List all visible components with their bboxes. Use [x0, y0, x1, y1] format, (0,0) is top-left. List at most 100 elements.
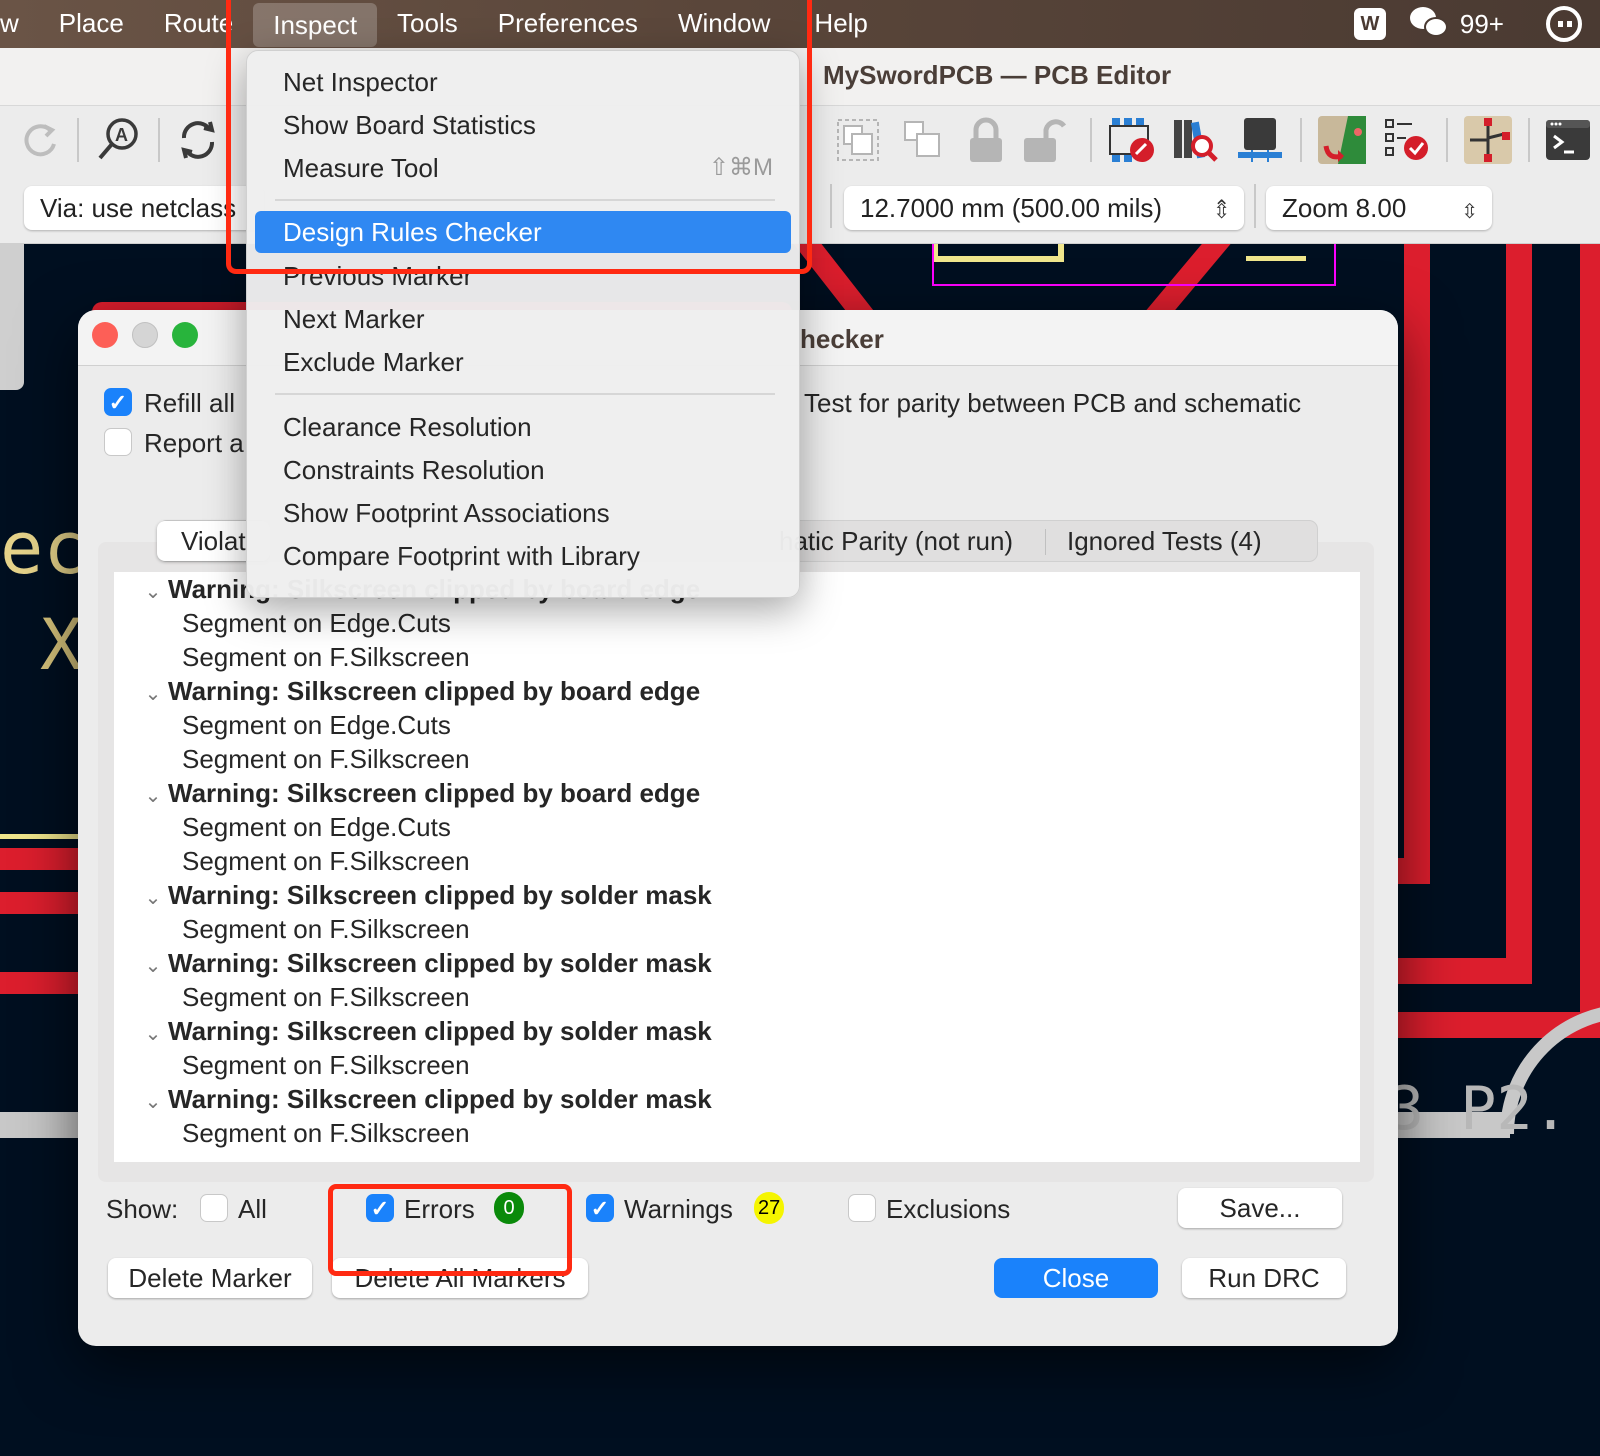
wps-icon[interactable]: W — [1353, 8, 1386, 40]
show-label: Show: — [106, 1194, 179, 1224]
close-button[interactable]: Close — [994, 1258, 1158, 1298]
chevron-down-icon[interactable]: ⌄ — [138, 575, 168, 609]
tab-ignored-tests[interactable]: Ignored Tests (4) — [1067, 521, 1262, 561]
violation-title: Warning: Silkscreen clipped by solder ma… — [168, 880, 712, 910]
side-panel-edge — [0, 244, 24, 390]
violation-item-row[interactable]: Segment on F.Silkscreen — [114, 844, 1360, 878]
unlock-icon[interactable] — [1016, 112, 1072, 168]
show-all-checkbox[interactable] — [200, 1194, 228, 1222]
menu-item-board-statistics[interactable]: Show Board Statistics — [255, 104, 791, 146]
wechat-icon — [1409, 7, 1450, 41]
chevron-down-icon[interactable]: ⌄ — [138, 949, 168, 983]
wechat-status[interactable]: 99+ — [1409, 7, 1504, 41]
window-titlebar: MySwordPCB — PCB Editor — [0, 48, 1600, 106]
minimize-window-icon[interactable] — [132, 322, 158, 348]
violation-title: Warning: Silkscreen clipped by solder ma… — [168, 1084, 712, 1114]
violations-list[interactable]: ⌄Warning: Silkscreen clipped by board ed… — [114, 572, 1360, 1162]
delete-marker-button[interactable]: Delete Marker — [108, 1258, 312, 1298]
menu-item-label: Net Inspector — [283, 67, 438, 97]
save-report-button[interactable]: Save... — [1178, 1188, 1342, 1228]
violation-item-row[interactable]: Segment on F.Silkscreen — [114, 1048, 1360, 1082]
show-exclusions-checkbox[interactable] — [848, 1194, 876, 1222]
run-drc-button[interactable]: Run DRC — [1182, 1258, 1346, 1298]
pcb-trace — [1580, 244, 1600, 1034]
menu-item-clearance-resolution[interactable]: Clearance Resolution — [255, 406, 791, 448]
violation-item-row[interactable]: Segment on Edge.Cuts — [114, 606, 1360, 640]
refill-zones-checkbox[interactable]: ✓ — [104, 388, 132, 416]
close-window-icon[interactable] — [92, 322, 118, 348]
menu-help[interactable]: Help — [794, 0, 887, 48]
menu-item-net-inspector[interactable]: Net Inspector — [255, 61, 791, 103]
group-icon[interactable] — [830, 112, 886, 168]
footprint-editor-icon[interactable] — [1104, 112, 1160, 168]
drc-icon[interactable] — [1378, 112, 1434, 168]
menu-item-exclude-marker[interactable]: Exclude Marker — [255, 341, 791, 383]
violation-item-row[interactable]: Segment on F.Silkscreen — [114, 912, 1360, 946]
chevron-down-icon[interactable]: ⌄ — [138, 677, 168, 711]
violation-item-row[interactable]: Segment on F.Silkscreen — [114, 640, 1360, 674]
chevron-updown-icon: ⇳ — [1213, 201, 1230, 223]
menu-route[interactable]: Route — [144, 0, 253, 48]
update-pcb-icon[interactable] — [1314, 112, 1370, 168]
menu-item-design-rules-checker[interactable]: Design Rules Checker — [255, 211, 791, 253]
show-errors-label: Errors — [404, 1194, 475, 1224]
delete-all-markers-button[interactable]: Delete All Markers — [332, 1258, 588, 1298]
library-browser-icon[interactable] — [1168, 112, 1224, 168]
violation-item-row[interactable]: Segment on Edge.Cuts — [114, 810, 1360, 844]
menu-item-previous-marker[interactable]: Previous Marker — [255, 255, 791, 297]
violation-row[interactable]: ⌄ Warning: Silkscreen clipped by solder m… — [114, 946, 1360, 980]
face-icon[interactable] — [1546, 6, 1582, 42]
chevron-down-icon[interactable]: ⌄ — [138, 881, 168, 915]
report-all-checkbox[interactable] — [104, 428, 132, 456]
silkscreen-line — [1246, 256, 1306, 261]
menu-item-compare-footprint[interactable]: Compare Footprint with Library — [255, 535, 791, 577]
violation-item-row[interactable]: Segment on F.Silkscreen — [114, 742, 1360, 776]
chevron-down-icon[interactable]: ⌄ — [138, 1085, 168, 1119]
warnings-count-badge: 27 — [754, 1192, 785, 1224]
menu-item-measure-tool[interactable]: Measure Tool ⇧⌘M — [255, 147, 791, 189]
ungroup-icon[interactable] — [895, 112, 951, 168]
violation-item-row[interactable]: Segment on Edge.Cuts — [114, 708, 1360, 742]
violation-row[interactable]: ⌄ Warning: Silkscreen clipped by solder m… — [114, 1014, 1360, 1048]
violation-title: Warning: Silkscreen clipped by solder ma… — [168, 1016, 712, 1046]
via-size-value: Via: use netclass — [40, 193, 237, 223]
find-icon[interactable]: A — [90, 112, 146, 168]
window-title: MySwordPCB — PCB Editor — [823, 60, 1172, 90]
schematic-icon[interactable] — [1460, 112, 1516, 168]
dialog-title: hecker — [800, 324, 884, 354]
chevron-down-icon[interactable]: ⌄ — [138, 779, 168, 813]
zoom-select[interactable]: Zoom 8.00 ⇳ — [1266, 186, 1492, 230]
inspect-menu: Net Inspector Show Board Statistics Meas… — [246, 50, 800, 598]
menu-item-constraints-resolution[interactable]: Constraints Resolution — [255, 449, 791, 491]
via-size-select[interactable]: Via: use netclass — [24, 186, 264, 230]
tab-schematic-parity[interactable]: hatic Parity (not run) — [779, 521, 1013, 561]
menu-window[interactable]: Window — [658, 0, 790, 48]
show-warnings-checkbox[interactable]: ✓ — [586, 1194, 614, 1222]
menu-inspect[interactable]: Inspect — [253, 3, 378, 47]
lock-icon[interactable] — [958, 112, 1014, 168]
violation-row[interactable]: ⌄ Warning: Silkscreen clipped by solder m… — [114, 1082, 1360, 1116]
menu-item-next-marker[interactable]: Next Marker — [255, 298, 791, 340]
grid-size-select[interactable]: 12.7000 mm (500.00 mils) ⌃ ⇳ — [844, 186, 1244, 230]
zoom-window-icon[interactable] — [172, 322, 198, 348]
redo-icon[interactable] — [12, 112, 68, 168]
silkscreen-line — [0, 834, 80, 839]
violation-title: Warning: Silkscreen clipped by board edg… — [168, 676, 701, 706]
menu-tools[interactable]: Tools — [377, 0, 478, 48]
violation-item-row[interactable]: Segment on F.Silkscreen — [114, 980, 1360, 1014]
violation-row[interactable]: ⌄ Warning: Silkscreen clipped by solder m… — [114, 878, 1360, 912]
menu-place[interactable]: Place — [39, 0, 144, 48]
refresh-icon[interactable] — [170, 112, 226, 168]
menu-preferences[interactable]: Preferences — [478, 0, 658, 48]
menu-item-footprint-associations[interactable]: Show Footprint Associations — [255, 492, 791, 534]
board-edge — [0, 1112, 80, 1138]
violation-item-row[interactable]: Segment on F.Silkscreen — [114, 1116, 1360, 1150]
show-errors-checkbox[interactable]: ✓ — [366, 1194, 394, 1222]
chevron-down-icon[interactable]: ⌄ — [138, 1017, 168, 1051]
scripting-console-icon[interactable] — [1540, 112, 1596, 168]
menu-view[interactable]: w — [0, 0, 39, 48]
3d-viewer-icon[interactable] — [1232, 112, 1288, 168]
violation-row[interactable]: ⌄Warning: Silkscreen clipped by board ed… — [114, 776, 1360, 810]
menu-item-label: Previous Marker — [283, 261, 473, 291]
violation-row[interactable]: ⌄Warning: Silkscreen clipped by board ed… — [114, 674, 1360, 708]
